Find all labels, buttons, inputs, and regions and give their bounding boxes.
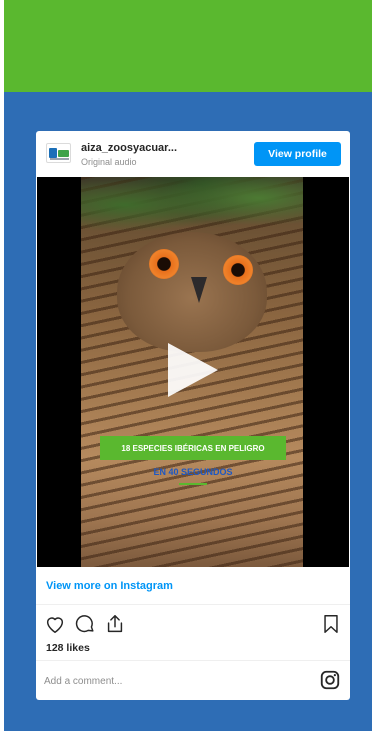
heart-icon[interactable] [44, 613, 66, 635]
username[interactable]: aiza_zoosyacuar... [81, 142, 177, 154]
video-subtitle: EN 40 SEGUNDOS [153, 467, 233, 477]
view-more-link[interactable]: View more on Instagram [46, 580, 173, 592]
instagram-icon[interactable] [319, 669, 341, 691]
video-player[interactable]: 18 ESPECIES IBÉRICAS EN PELIGRO EN 40 SE… [37, 177, 349, 567]
view-more-row: View more on Instagram [36, 567, 350, 605]
play-icon[interactable] [168, 343, 218, 397]
comment-icon[interactable] [74, 613, 96, 635]
audio-label[interactable]: Original audio [81, 157, 137, 167]
comment-row [36, 661, 350, 700]
owl-beak [191, 277, 207, 303]
embed-header: aiza_zoosyacuar... Original audio View p… [36, 131, 350, 177]
owl-left-eye [149, 249, 179, 279]
avatar-logo-mark [49, 148, 57, 158]
likes-count[interactable]: 128 likes [46, 642, 90, 654]
avatar[interactable] [46, 143, 71, 163]
avatar-logo-leaf [58, 150, 69, 157]
view-profile-button[interactable]: View profile [254, 142, 341, 166]
action-bar: 128 likes [36, 605, 350, 661]
banner-underline [179, 483, 207, 485]
bookmark-icon[interactable] [320, 613, 342, 635]
green-header-band [4, 0, 372, 92]
share-icon[interactable] [104, 613, 126, 635]
instagram-embed: aiza_zoosyacuar... Original audio View p… [36, 131, 350, 700]
owl-right-eye [223, 255, 253, 285]
avatar-logo-bar [50, 158, 69, 160]
comment-input[interactable] [44, 671, 304, 691]
video-title-banner: 18 ESPECIES IBÉRICAS EN PELIGRO [100, 436, 286, 460]
